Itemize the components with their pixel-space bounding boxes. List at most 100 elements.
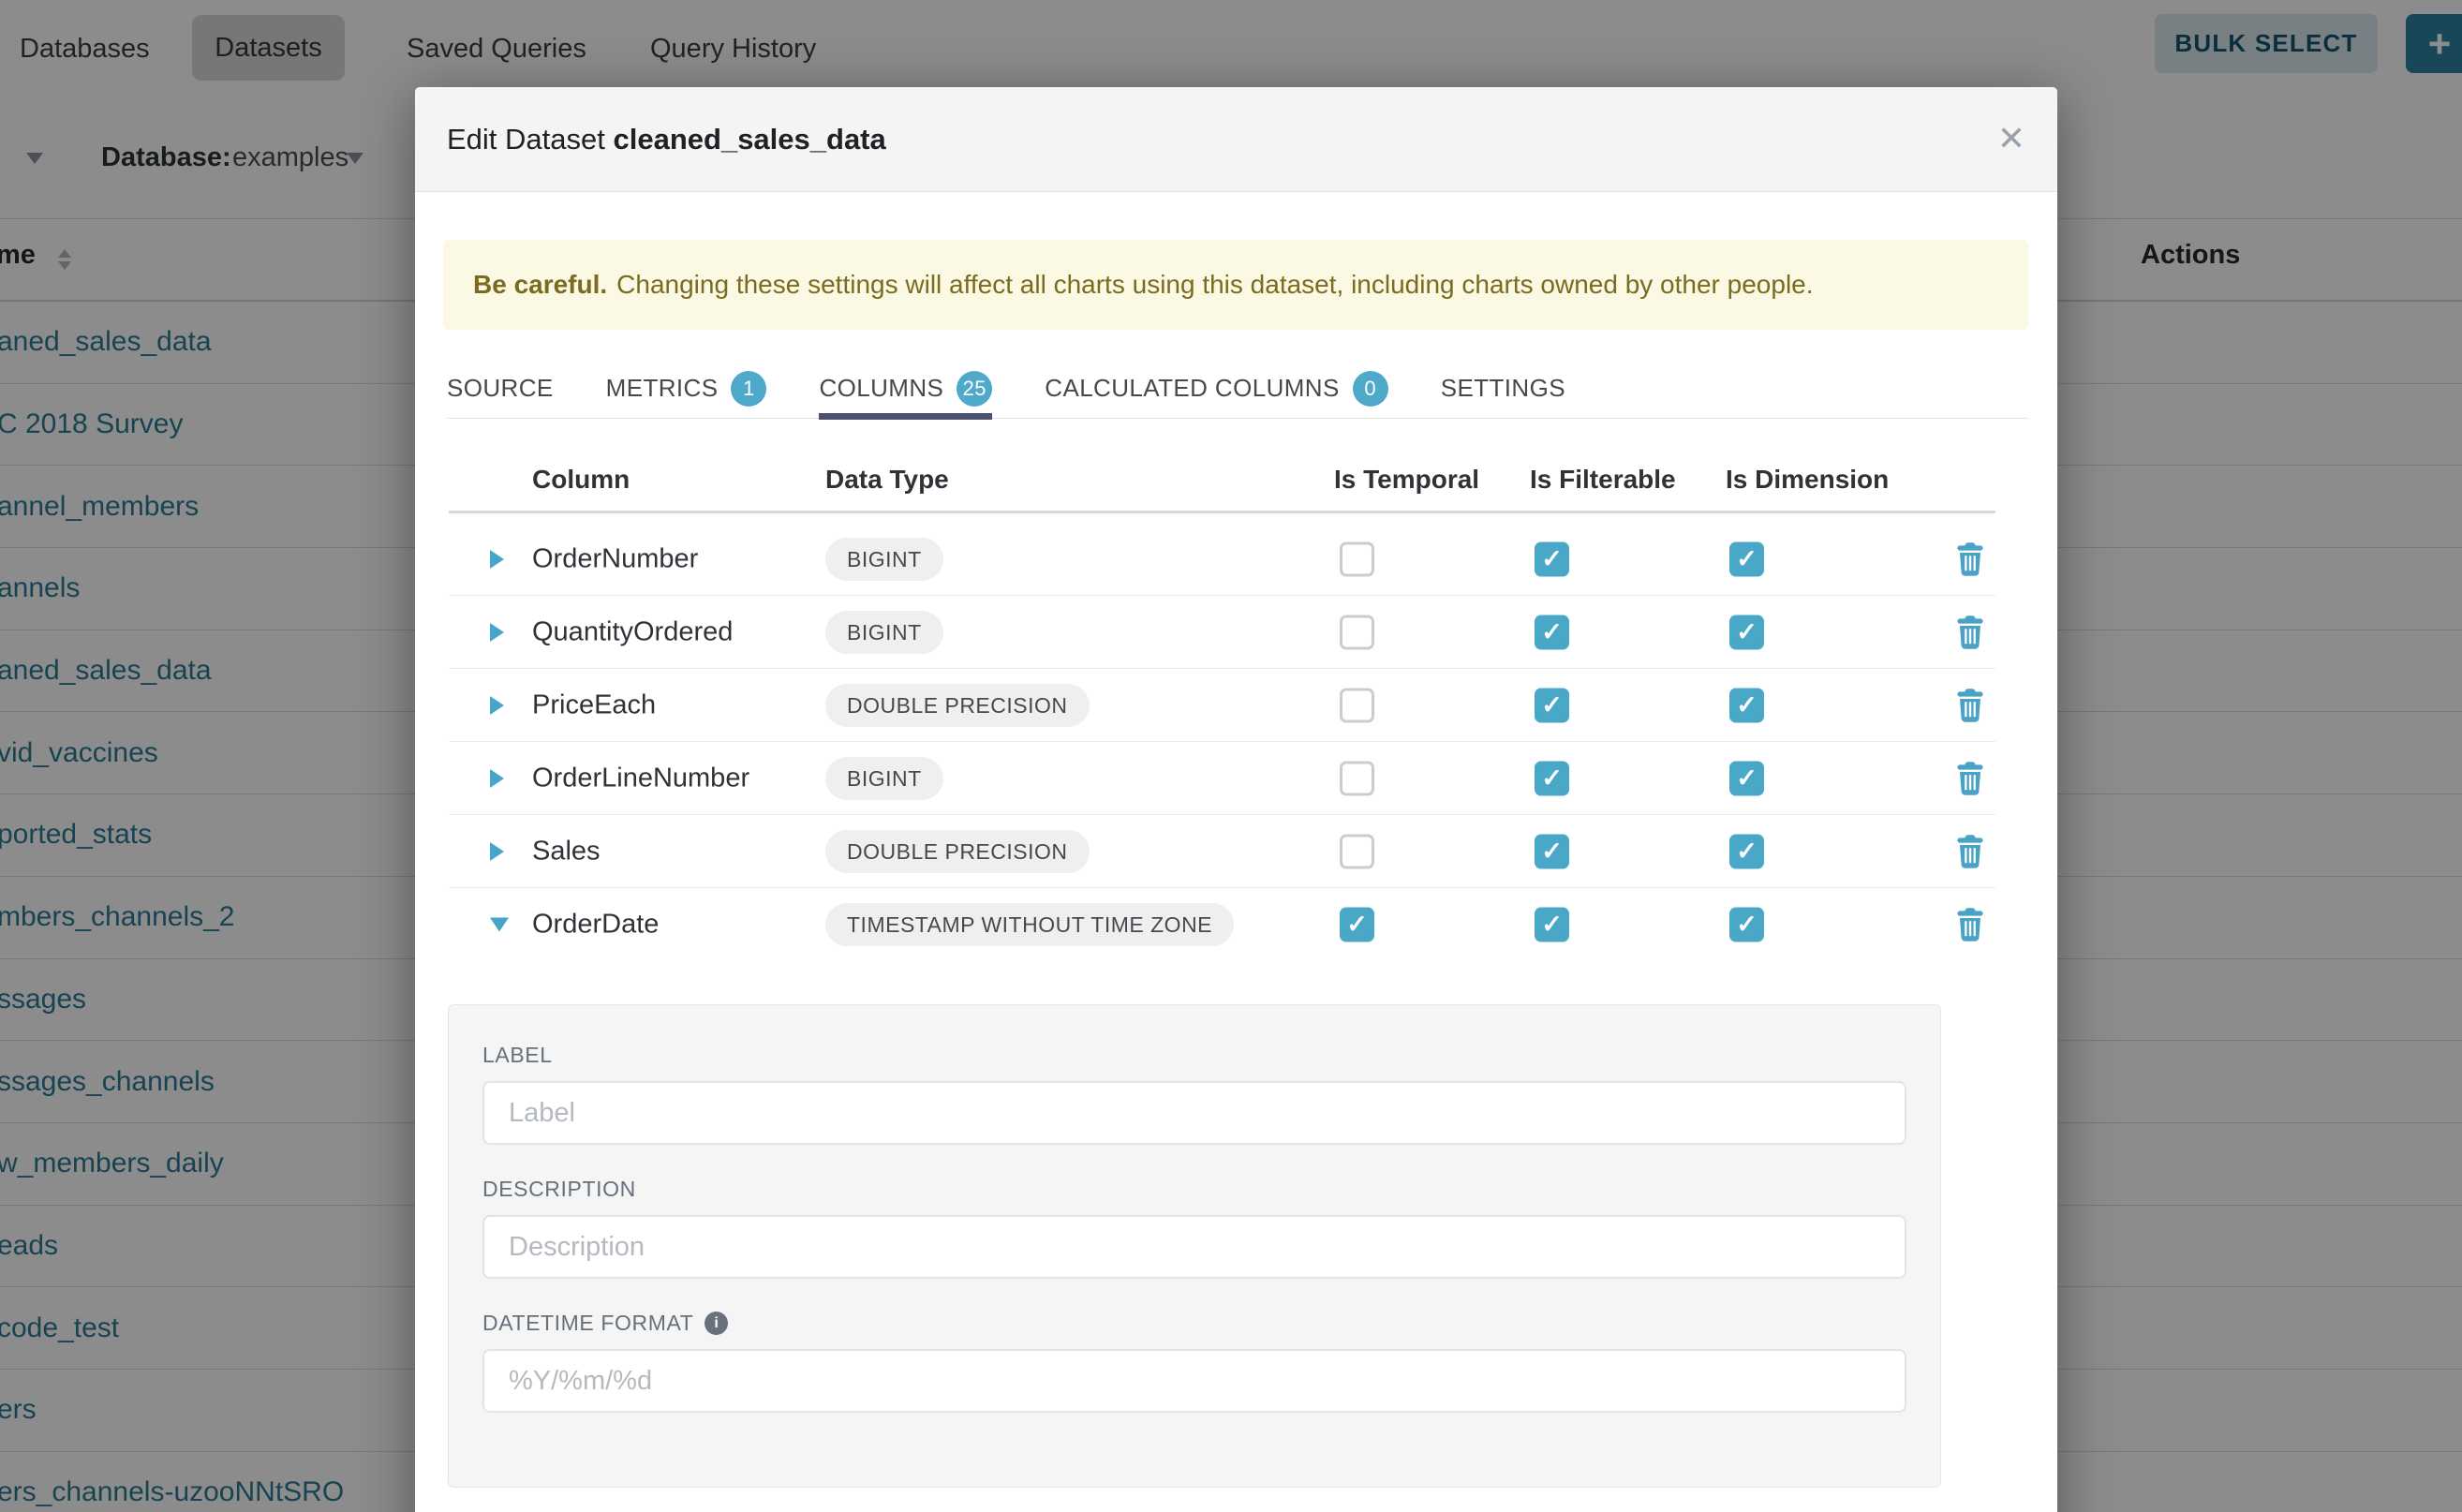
check-icon: ✓ (1541, 620, 1563, 645)
is-dimension-checkbox[interactable]: ✓ (1729, 542, 1764, 577)
check-icon: ✓ (1736, 547, 1758, 572)
datetime-format-input[interactable] (482, 1349, 1906, 1413)
description-field-heading: DESCRIPTION (482, 1177, 1906, 1202)
trash-icon[interactable] (1955, 688, 1985, 723)
is-temporal-checkbox[interactable]: ✓ (1340, 762, 1374, 796)
warning-banner: Be careful. Changing these settings will … (443, 240, 2028, 330)
expand-caret-icon[interactable] (490, 696, 504, 715)
table-header-divider (449, 511, 1995, 513)
columns-table-rows: OrderNumber BIGINT ✓ ✓ ✓ QuantityOrdered… (415, 523, 2057, 961)
is-dimension-header: Is Dimension (1726, 465, 1889, 495)
trash-icon[interactable] (1955, 834, 1985, 869)
column-header: Column (532, 465, 630, 495)
tab-label: SETTINGS (1441, 374, 1565, 403)
check-icon: ✓ (1541, 766, 1563, 792)
data-type-header: Data Type (825, 465, 949, 495)
is-temporal-checkbox[interactable]: ✓ (1340, 689, 1374, 723)
tab-label: CALCULATED COLUMNS (1045, 374, 1339, 403)
is-temporal-checkbox[interactable]: ✓ (1340, 615, 1374, 650)
tab-label: METRICS (606, 374, 719, 403)
columns-table-header: Column Data Type Is Temporal Is Filterab… (415, 455, 2057, 511)
is-filterable-checkbox[interactable]: ✓ (1535, 689, 1569, 723)
data-type-pill: BIGINT (825, 611, 943, 654)
trash-icon[interactable] (1955, 615, 1985, 650)
is-temporal-checkbox[interactable]: ✓ (1340, 835, 1374, 869)
check-icon: ✓ (1346, 912, 1368, 938)
modal-title: Edit Dataset cleaned_sales_data (447, 123, 886, 156)
edit-dataset-modal: Edit Dataset cleaned_sales_data ✕ Be car… (415, 87, 2057, 1512)
check-icon: ✓ (1736, 912, 1758, 938)
trash-icon[interactable] (1955, 541, 1985, 577)
tab-metrics[interactable]: METRICS 1 (606, 359, 767, 419)
collapse-caret-icon[interactable] (490, 918, 509, 932)
is-dimension-checkbox[interactable]: ✓ (1729, 689, 1764, 723)
close-icon[interactable]: ✕ (1997, 119, 2025, 158)
column-name: Sales (532, 837, 601, 867)
trash-icon[interactable] (1955, 907, 1985, 942)
column-name: PriceEach (532, 690, 656, 721)
data-type-pill: DOUBLE PRECISION (825, 684, 1090, 727)
is-dimension-checkbox[interactable]: ✓ (1729, 908, 1764, 942)
warning-text: Changing these settings will affect all … (616, 270, 1813, 299)
is-filterable-checkbox[interactable]: ✓ (1535, 542, 1569, 577)
modal-title-prefix: Edit Dataset (447, 123, 605, 156)
check-icon: ✓ (1541, 693, 1563, 719)
check-icon: ✓ (1541, 839, 1563, 865)
check-icon: ✓ (1736, 839, 1758, 865)
column-detail-panel: LABEL DESCRIPTION DATETIME FORMAT i (448, 1004, 1941, 1488)
check-icon: ✓ (1736, 693, 1758, 719)
description-input[interactable] (482, 1215, 1906, 1279)
check-icon: ✓ (1736, 766, 1758, 792)
is-dimension-checkbox[interactable]: ✓ (1729, 615, 1764, 650)
check-icon: ✓ (1541, 547, 1563, 572)
calculated-columns-count-badge: 0 (1353, 371, 1388, 407)
is-temporal-checkbox[interactable]: ✓ (1340, 908, 1374, 942)
data-type-pill: DOUBLE PRECISION (825, 830, 1090, 873)
columns-count-badge: 25 (957, 371, 992, 407)
table-row: Sales DOUBLE PRECISION ✓ ✓ ✓ (415, 815, 2057, 888)
info-icon[interactable]: i (704, 1312, 728, 1335)
expand-caret-icon[interactable] (490, 550, 504, 569)
table-row: PriceEach DOUBLE PRECISION ✓ ✓ ✓ (415, 669, 2057, 742)
tab-calculated-columns[interactable]: CALCULATED COLUMNS 0 (1045, 359, 1387, 419)
modal-tabs: SOURCE METRICS 1 COLUMNS 25 CALCULATED COL… (447, 359, 2028, 419)
table-row-expanded: OrderDate TIMESTAMP WITHOUT TIME ZONE ✓ … (415, 888, 2057, 961)
label-input[interactable] (482, 1081, 1906, 1145)
column-name: OrderLineNumber (532, 763, 749, 794)
trash-icon[interactable] (1955, 761, 1985, 796)
column-name: OrderNumber (532, 544, 698, 575)
is-filterable-header: Is Filterable (1530, 465, 1676, 495)
expand-caret-icon[interactable] (490, 623, 504, 642)
tab-label: SOURCE (447, 374, 554, 403)
table-row: OrderNumber BIGINT ✓ ✓ ✓ (415, 523, 2057, 596)
column-name: QuantityOrdered (532, 617, 733, 648)
column-name: OrderDate (532, 910, 659, 941)
is-filterable-checkbox[interactable]: ✓ (1535, 615, 1569, 650)
tab-source[interactable]: SOURCE (447, 359, 554, 419)
data-type-pill: TIMESTAMP WITHOUT TIME ZONE (825, 903, 1234, 946)
is-filterable-checkbox[interactable]: ✓ (1535, 762, 1569, 796)
expand-caret-icon[interactable] (490, 842, 504, 861)
is-dimension-checkbox[interactable]: ✓ (1729, 762, 1764, 796)
label-field-heading: LABEL (482, 1043, 1906, 1068)
is-dimension-checkbox[interactable]: ✓ (1729, 835, 1764, 869)
table-row: OrderLineNumber BIGINT ✓ ✓ ✓ (415, 742, 2057, 815)
expand-caret-icon[interactable] (490, 769, 504, 788)
data-type-pill: BIGINT (825, 538, 943, 581)
check-icon: ✓ (1541, 912, 1563, 938)
datetime-format-heading: DATETIME FORMAT i (482, 1311, 1906, 1336)
modal-title-dataset-name: cleaned_sales_data (614, 123, 886, 156)
is-filterable-checkbox[interactable]: ✓ (1535, 835, 1569, 869)
tab-settings[interactable]: SETTINGS (1441, 359, 1565, 419)
modal-header: Edit Dataset cleaned_sales_data ✕ (415, 87, 2057, 192)
metrics-count-badge: 1 (731, 371, 766, 407)
data-type-pill: BIGINT (825, 757, 943, 800)
tab-columns[interactable]: COLUMNS 25 (819, 359, 992, 419)
is-filterable-checkbox[interactable]: ✓ (1535, 908, 1569, 942)
warning-bold-text: Be careful. (473, 270, 607, 299)
is-temporal-checkbox[interactable]: ✓ (1340, 542, 1374, 577)
is-temporal-header: Is Temporal (1334, 465, 1479, 495)
table-row: QuantityOrdered BIGINT ✓ ✓ ✓ (415, 596, 2057, 669)
tab-label: COLUMNS (819, 374, 943, 403)
check-icon: ✓ (1736, 620, 1758, 645)
